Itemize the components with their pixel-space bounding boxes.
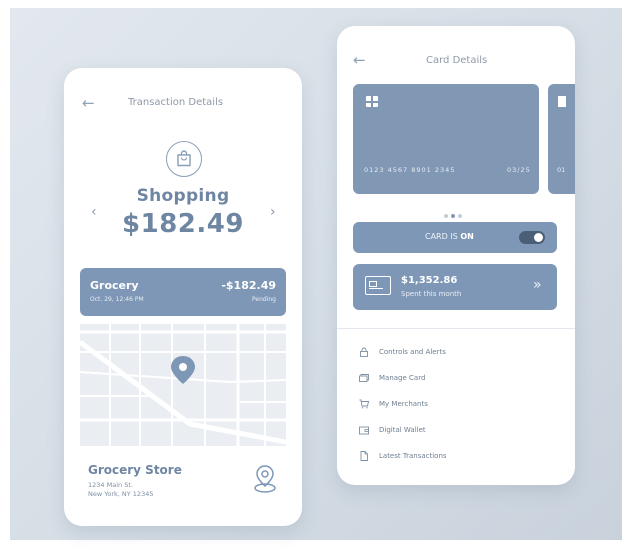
divider <box>337 328 575 329</box>
pagination-dot-active[interactable] <box>451 214 455 218</box>
toggle-knob <box>534 233 543 242</box>
card-toggle-switch[interactable] <box>519 231 545 244</box>
menu-item-label: Digital Wallet <box>379 426 426 434</box>
transaction-name: Grocery <box>90 279 139 292</box>
double-chevron-right-icon[interactable]: » <box>533 277 542 293</box>
address-line-2: New York, NY 12345 <box>88 490 154 498</box>
transaction-amount: $182.49 <box>122 209 244 239</box>
menu-item-label: Latest Transactions <box>379 452 447 460</box>
monthly-spend-card[interactable]: $1,352.86 Spent this month » <box>353 264 557 310</box>
pagination-dot[interactable] <box>458 214 462 218</box>
category-title: Shopping <box>136 186 230 206</box>
card-pagination[interactable] <box>444 203 465 222</box>
cards-icon <box>359 374 369 382</box>
card-expiry: 03/25 <box>507 166 531 174</box>
menu-item-label: My Merchants <box>379 400 428 408</box>
card-status-prefix: CARD IS <box>425 232 461 241</box>
credit-card[interactable]: 0123 4567 8901 2345 03/25 <box>353 84 539 194</box>
spent-amount: $1,352.86 <box>401 275 458 286</box>
menu-item-label: Controls and Alerts <box>379 348 446 356</box>
menu-item-controls-alerts[interactable]: Controls and Alerts <box>359 345 446 359</box>
transaction-details-screen: ← Transaction Details Shopping ‹ $182.49… <box>64 68 302 526</box>
menu-item-latest-transactions[interactable]: Latest Transactions <box>359 449 447 463</box>
card-chip-icon <box>558 96 566 107</box>
page-title: Transaction Details <box>128 97 224 108</box>
transaction-card-amount: -$182.49 <box>221 279 276 292</box>
page-title: Card Details <box>426 55 488 66</box>
cart-icon <box>359 399 369 409</box>
card-chip-icon <box>366 96 378 107</box>
arrow-left-icon[interactable]: ← <box>353 53 366 68</box>
wallet-icon <box>359 426 369 435</box>
card-number: 0123 4567 8901 2345 <box>364 166 456 174</box>
transaction-card[interactable]: Grocery Oct. 29, 12:46 PM -$182.49 Pendi… <box>80 268 286 316</box>
menu-item-my-merchants[interactable]: My Merchants <box>359 397 428 411</box>
card-icon <box>365 276 391 295</box>
spent-label: Spent this month <box>401 290 462 298</box>
store-address: 1234 Main St. New York, NY 12345 <box>88 481 153 499</box>
location-pin-icon[interactable] <box>252 463 278 495</box>
credit-card-next[interactable]: 01 <box>548 84 575 194</box>
card-number-peek: 01 <box>557 166 566 174</box>
menu-item-manage-card[interactable]: Manage Card <box>359 371 425 385</box>
card-status-label: CARD IS ON <box>425 232 474 241</box>
menu-item-label: Manage Card <box>379 374 426 382</box>
lock-icon <box>360 347 368 357</box>
address-line-1: 1234 Main St. <box>88 481 133 489</box>
menu-item-digital-wallet[interactable]: Digital Wallet <box>359 423 426 437</box>
document-icon <box>360 451 368 461</box>
arrow-left-icon[interactable]: ← <box>82 96 95 111</box>
chevron-right-icon[interactable]: › <box>270 204 276 220</box>
card-toggle-bar[interactable]: CARD IS ON <box>353 222 557 253</box>
card-details-screen: ← Card Details 0123 4567 8901 2345 03/25… <box>337 26 575 485</box>
pagination-dot[interactable] <box>444 214 448 218</box>
shopping-bag-icon <box>166 141 202 177</box>
card-status-state: ON <box>460 232 474 241</box>
store-name: Grocery Store <box>88 463 182 477</box>
transaction-date: Oct. 29, 12:46 PM <box>90 296 144 303</box>
status-badge: Pending <box>252 296 276 303</box>
store-map[interactable] <box>78 324 287 446</box>
